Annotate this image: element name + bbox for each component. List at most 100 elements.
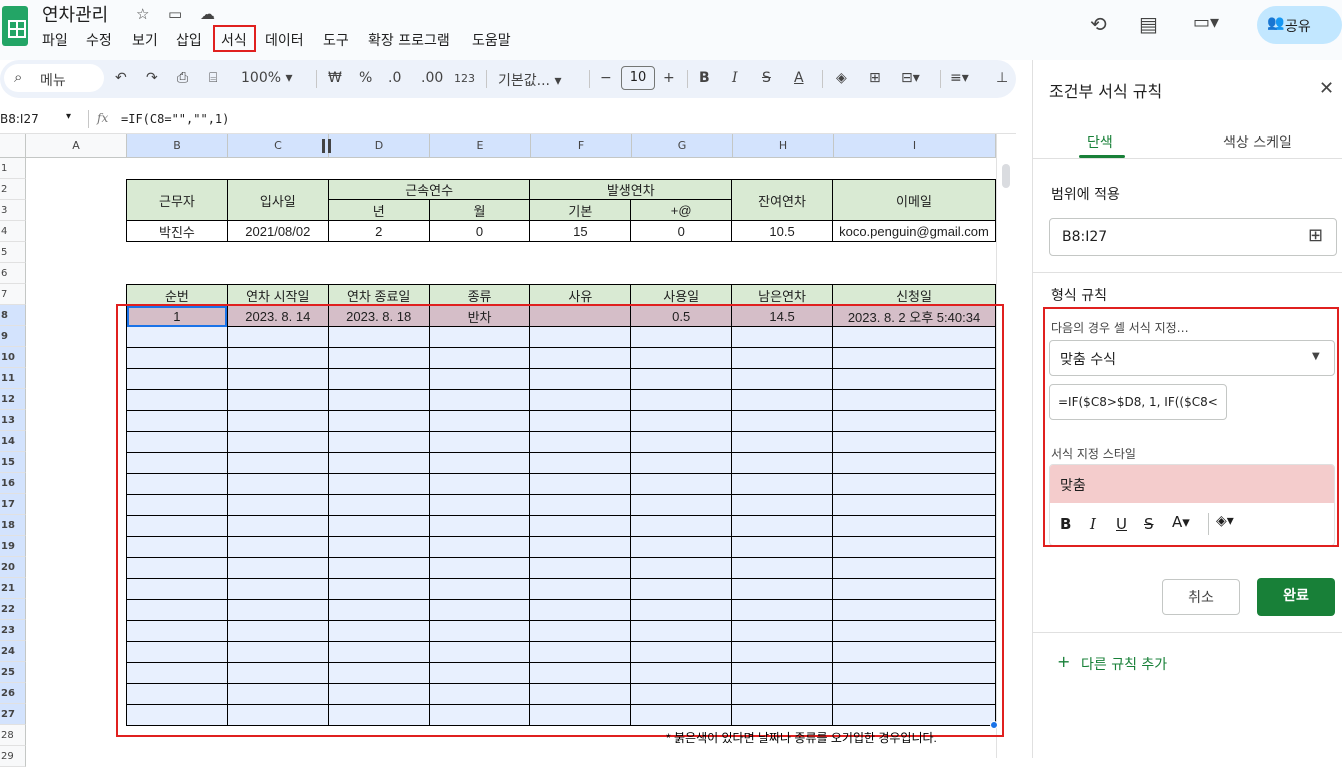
number-format-button[interactable]: 123 — [454, 72, 475, 85]
col-header-g[interactable]: G — [632, 134, 733, 158]
currency-button[interactable]: ₩ — [328, 70, 342, 86]
name-box-dropdown-icon[interactable]: ▾ — [66, 111, 71, 122]
row-header-26[interactable]: 26 — [0, 683, 26, 704]
paint-format-icon[interactable]: ⌸ — [209, 70, 217, 86]
leave-hdr-used[interactable]: 사용일 — [630, 284, 733, 306]
undo-icon[interactable]: ↶ — [115, 70, 127, 86]
cell-join-date[interactable]: 2021/08/02 — [226, 220, 329, 242]
menu-edit[interactable]: 수정 — [86, 30, 112, 50]
borders-icon[interactable]: ⊞ — [869, 70, 881, 86]
strikethrough-icon[interactable]: S — [762, 70, 771, 86]
row-header-25[interactable]: 25 — [0, 662, 26, 683]
formula-input[interactable]: =IF(C8="","",1) — [121, 112, 229, 126]
row-header-16[interactable]: 16 — [0, 473, 26, 494]
italic-icon[interactable]: I — [732, 70, 738, 86]
hdr-worker[interactable]: 근무자 — [126, 179, 228, 221]
col-header-c[interactable]: C — [228, 134, 329, 158]
leave-hdr-no[interactable]: 순번 — [126, 284, 228, 306]
font-select[interactable]: 기본값... ▾ — [498, 70, 561, 90]
row-header-10[interactable]: 10 — [0, 347, 26, 368]
row-header-13[interactable]: 13 — [0, 410, 26, 431]
row-header-22[interactable]: 22 — [0, 599, 26, 620]
row-header-21[interactable]: 21 — [0, 578, 26, 599]
font-size-input[interactable]: 10 — [621, 66, 655, 90]
row-header-18[interactable]: 18 — [0, 515, 26, 536]
row-header-9[interactable]: 9 — [0, 326, 26, 347]
hdr-month[interactable]: 월 — [428, 199, 531, 221]
leave-hdr-type[interactable]: 종류 — [428, 284, 531, 306]
bold-icon[interactable]: B — [699, 70, 710, 86]
row-header-12[interactable]: 12 — [0, 389, 26, 410]
row-header-6[interactable]: 6 — [0, 263, 26, 284]
history-icon[interactable]: ⟲ — [1090, 12, 1107, 36]
add-rule-link[interactable]: 다른 규칙 추가 — [1081, 654, 1167, 674]
move-folder-icon[interactable]: ▭ — [168, 5, 182, 23]
zoom-select[interactable]: 100% ▾ — [241, 70, 293, 86]
text-color-icon[interactable]: A — [794, 70, 804, 86]
name-box[interactable]: B8:I27 — [0, 112, 39, 126]
sheets-logo[interactable] — [2, 6, 28, 46]
comment-icon[interactable]: ▤ — [1139, 12, 1158, 36]
row-header-2[interactable]: 2 — [0, 179, 26, 200]
menu-data[interactable]: 데이터 — [265, 30, 304, 50]
valign-icon[interactable]: ⊥ — [996, 70, 1008, 86]
add-icon[interactable]: + — [1057, 652, 1070, 671]
col-header-h[interactable]: H — [733, 134, 834, 158]
star-icon[interactable]: ☆ — [136, 5, 149, 23]
hdr-email[interactable]: 이메일 — [831, 179, 997, 221]
row-header-5[interactable]: 5 — [0, 242, 26, 263]
tab-color-scale[interactable]: 색상 스케일 — [1223, 132, 1292, 152]
range-input[interactable]: B8:I27 ⊞ — [1049, 218, 1337, 256]
meet-icon[interactable]: ▭▾ — [1193, 12, 1219, 33]
cell-year[interactable]: 2 — [327, 220, 430, 242]
hdr-occur-leave[interactable]: 발생연차 — [529, 179, 733, 200]
row-header-29[interactable]: 29 — [0, 746, 26, 767]
row-header-7[interactable]: 7 — [0, 284, 26, 305]
cell-plus[interactable]: 0 — [630, 220, 733, 242]
merge-cells-icon[interactable]: ⊟▾ — [901, 70, 920, 86]
row-header-4[interactable]: 4 — [0, 221, 26, 242]
font-size-decrease[interactable]: − — [600, 70, 612, 86]
redo-icon[interactable]: ↷ — [146, 70, 158, 86]
cell-remain[interactable]: 10.5 — [731, 220, 833, 242]
scroll-thumb[interactable] — [1002, 164, 1010, 188]
menu-extensions[interactable]: 확장 프로그램 — [368, 30, 450, 50]
menu-insert[interactable]: 삽입 — [176, 30, 202, 50]
col-header-a[interactable]: A — [26, 134, 127, 158]
leave-hdr-requested[interactable]: 신청일 — [832, 284, 996, 306]
doc-title[interactable]: 연차관리 — [42, 1, 108, 27]
row-header-1[interactable]: 1 — [0, 158, 26, 179]
row-header-23[interactable]: 23 — [0, 620, 26, 641]
row-header-11[interactable]: 11 — [0, 368, 26, 389]
increase-decimal-button[interactable]: .00 — [421, 70, 443, 86]
col-header-b[interactable]: B — [127, 134, 228, 158]
row-header-15[interactable]: 15 — [0, 452, 26, 473]
hdr-tenure[interactable]: 근속연수 — [327, 179, 531, 200]
row-header-24[interactable]: 24 — [0, 641, 26, 662]
hdr-join-date[interactable]: 입사일 — [226, 179, 329, 221]
leave-hdr-start[interactable]: 연차 시작일 — [226, 284, 329, 306]
cell-worker[interactable]: 박진수 — [126, 220, 228, 242]
row-header-19[interactable]: 19 — [0, 536, 26, 557]
row-header-8[interactable]: 8 — [0, 305, 26, 326]
leave-hdr-end[interactable]: 연차 종료일 — [327, 284, 430, 306]
hdr-year[interactable]: 년 — [327, 199, 430, 221]
print-icon[interactable]: ⎙ — [177, 70, 188, 86]
row-header-3[interactable]: 3 — [0, 200, 26, 221]
hdr-remain-leave[interactable]: 잔여연차 — [731, 179, 833, 221]
menu-view[interactable]: 보기 — [132, 30, 158, 50]
select-range-icon[interactable]: ⊞ — [1308, 225, 1323, 246]
hdr-plus[interactable]: +@ — [630, 199, 733, 221]
close-icon[interactable]: ✕ — [1319, 78, 1334, 99]
cloud-status-icon[interactable]: ☁ — [200, 5, 215, 23]
col-header-e[interactable]: E — [430, 134, 531, 158]
row-header-14[interactable]: 14 — [0, 431, 26, 452]
hdr-basic[interactable]: 기본 — [529, 199, 632, 221]
menu-tools[interactable]: 도구 — [323, 30, 349, 50]
share-button[interactable]: 👥 공유 — [1257, 6, 1342, 44]
column-resize-handle[interactable] — [322, 139, 325, 153]
col-header-i[interactable]: I — [834, 134, 996, 158]
leave-hdr-reason[interactable]: 사유 — [529, 284, 632, 306]
col-header-f[interactable]: F — [531, 134, 632, 158]
cancel-button[interactable]: 취소 — [1162, 579, 1240, 615]
